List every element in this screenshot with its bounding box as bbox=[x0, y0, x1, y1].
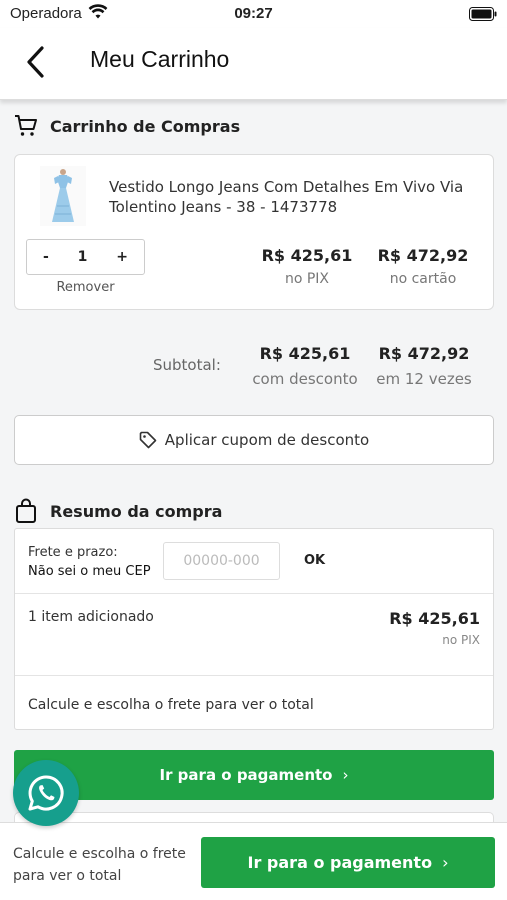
subtotal-discount-label: com desconto bbox=[252, 370, 358, 388]
pay-button-label: Ir para o pagamento bbox=[159, 766, 333, 784]
items-added-label: 1 item adicionado bbox=[28, 609, 154, 625]
cep-input[interactable] bbox=[163, 542, 280, 580]
decrease-qty-button[interactable]: - bbox=[43, 249, 49, 265]
divider bbox=[15, 675, 493, 676]
chevron-right-icon: › bbox=[442, 853, 449, 872]
quantity-stepper: - 1 + bbox=[26, 239, 145, 275]
sticky-go-to-payment-button[interactable]: Ir para o pagamento › bbox=[201, 837, 495, 888]
whatsapp-icon bbox=[28, 775, 64, 811]
battery-icon bbox=[469, 7, 497, 21]
status-bar: Operadora 09:27 bbox=[0, 0, 507, 28]
shipping-calc-message: Calcule e escolha o frete para ver o tot… bbox=[28, 697, 314, 713]
summary-section-title: Resumo da compra bbox=[14, 498, 222, 524]
bottom-bar-message: Calcule e escolha o frete para ver o tot… bbox=[13, 846, 186, 884]
price-card: R$ 472,92 no cartão bbox=[368, 246, 478, 287]
subtotal-installment: R$ 472,92 em 12 vezes bbox=[364, 344, 484, 388]
divider bbox=[15, 593, 493, 594]
clock: 09:27 bbox=[234, 5, 273, 22]
summary-card: Frete e prazo: Não sei o meu CEP OK 1 it… bbox=[14, 528, 494, 730]
whatsapp-button[interactable] bbox=[13, 760, 79, 826]
tag-icon bbox=[139, 431, 157, 449]
quantity-value: 1 bbox=[77, 249, 88, 265]
page-title: Meu Carrinho bbox=[90, 46, 230, 72]
apply-coupon-button[interactable]: Aplicar cupom de desconto bbox=[14, 415, 494, 465]
price-pix-label: no PIX bbox=[284, 271, 330, 287]
remove-item-button[interactable]: Remover bbox=[26, 280, 145, 295]
price-card-value: R$ 472,92 bbox=[377, 246, 469, 265]
shopping-bag-icon bbox=[16, 498, 36, 523]
subtotal-installment-value: R$ 472,92 bbox=[378, 344, 470, 363]
back-arrow-icon[interactable] bbox=[24, 44, 48, 80]
product-name[interactable]: Vestido Longo Jeans Com Detalhes Em Vivo… bbox=[109, 177, 479, 217]
shipping-label: Frete e prazo: bbox=[28, 545, 118, 560]
price-pix: R$ 425,61 no PIX bbox=[252, 246, 362, 287]
cart-icon bbox=[15, 115, 37, 136]
items-price-label: no PIX bbox=[442, 633, 480, 647]
items-price: R$ 425,61 bbox=[389, 609, 480, 628]
summary-title: Resumo da compra bbox=[50, 501, 223, 521]
shipping-block: Frete e prazo: Não sei o meu CEP bbox=[28, 543, 151, 581]
coupon-label: Aplicar cupom de desconto bbox=[164, 431, 370, 449]
cart-item-card: Vestido Longo Jeans Com Detalhes Em Vivo… bbox=[14, 154, 494, 310]
subtotal-installment-label: em 12 vezes bbox=[376, 370, 472, 388]
price-card-label: no cartão bbox=[389, 271, 457, 287]
chevron-right-icon: › bbox=[342, 766, 349, 784]
sticky-checkout-bar: Calcule e escolha o frete para ver o tot… bbox=[0, 822, 507, 900]
cart-title: Carrinho de Compras bbox=[50, 116, 241, 136]
subtotal-discount: R$ 425,61 com desconto bbox=[245, 344, 365, 388]
unknown-cep-link[interactable]: Não sei o meu CEP bbox=[28, 562, 151, 581]
subtotal-label: Subtotal: bbox=[153, 356, 221, 374]
product-image[interactable] bbox=[40, 166, 86, 226]
cep-ok-button[interactable]: OK bbox=[304, 553, 325, 568]
subtotal-discount-value: R$ 425,61 bbox=[259, 344, 351, 363]
cart-section-title: Carrinho de Compras bbox=[14, 114, 240, 138]
sticky-pay-button-label: Ir para o pagamento bbox=[247, 853, 433, 872]
price-pix-value: R$ 425,61 bbox=[261, 246, 353, 265]
increase-qty-button[interactable]: + bbox=[116, 249, 128, 265]
nav-bar: Meu Carrinho bbox=[0, 28, 507, 100]
go-to-payment-button[interactable]: Ir para o pagamento › bbox=[14, 750, 494, 800]
